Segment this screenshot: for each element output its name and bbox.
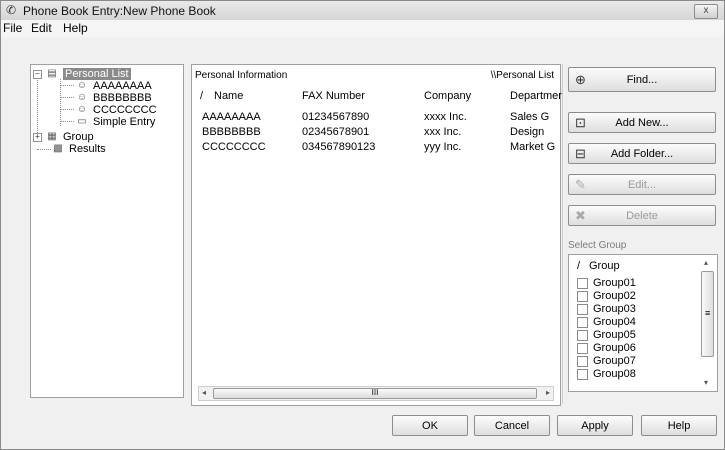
- folder-tree[interactable]: − ▤ Personal List ☺ AAAAAAAA ☺ BBBBBBBB …: [30, 64, 184, 398]
- group-icon: ▦: [47, 131, 57, 142]
- checkbox[interactable]: [577, 304, 588, 315]
- cell-company: yyy Inc.: [424, 141, 462, 153]
- cell-company: xxx Inc.: [424, 126, 462, 138]
- cell-name: BBBBBBBB: [202, 126, 261, 138]
- vertical-scroll-thumb[interactable]: ≡: [701, 271, 714, 357]
- cell-company: xxxx Inc.: [424, 111, 467, 123]
- person-icon: ☺: [76, 104, 88, 115]
- column-header-name[interactable]: Name: [214, 90, 243, 102]
- person-icon: ☺: [76, 92, 88, 103]
- cell-fax: 034567890123: [302, 141, 376, 153]
- tree-label-personal-list: Personal List: [63, 68, 131, 80]
- scroll-up-arrow[interactable]: ▴: [704, 257, 708, 269]
- tree-label-simple-entry: Simple Entry: [93, 116, 156, 128]
- checkbox[interactable]: [577, 278, 588, 289]
- add-new-button[interactable]: ⊡ Add New...: [568, 112, 716, 133]
- phone-book-window: ✆ Phone Book Entry:New Phone Book x File…: [0, 0, 725, 450]
- horizontal-scrollbar[interactable]: ◂ III ▸: [198, 386, 554, 401]
- horizontal-scroll-thumb[interactable]: III: [213, 388, 537, 399]
- add-folder-button[interactable]: ⊟ Add Folder...: [568, 143, 716, 164]
- title-bar[interactable]: ✆ Phone Book Entry:New Phone Book x: [1, 1, 724, 20]
- ok-button[interactable]: OK: [392, 415, 468, 436]
- checkbox[interactable]: [577, 356, 588, 367]
- entry-list[interactable]: Personal Information \\Personal List / N…: [191, 64, 562, 406]
- column-header-department[interactable]: Departmer: [510, 90, 562, 102]
- edit-button[interactable]: ✎ Edit...: [568, 174, 716, 195]
- list-info-label: Personal Information: [195, 70, 288, 81]
- person-icon: ☺: [76, 80, 88, 91]
- results-icon: ▩: [53, 143, 63, 154]
- cell-name: CCCCCCCC: [202, 141, 266, 153]
- delete-button[interactable]: ✖ Delete: [568, 205, 716, 226]
- scroll-left-arrow[interactable]: ◂: [202, 387, 206, 399]
- list-path-label: \\Personal List: [490, 70, 554, 81]
- simple-entry-icon: ▭: [77, 116, 87, 127]
- cell-name: AAAAAAAA: [202, 111, 261, 123]
- apply-button[interactable]: Apply: [557, 415, 633, 436]
- scroll-right-arrow[interactable]: ▸: [546, 387, 550, 399]
- cell-department: Sales G: [510, 111, 550, 123]
- select-group-label: Select Group: [568, 240, 627, 251]
- dialog-footer: OK Cancel Apply Help: [1, 411, 724, 449]
- tree-label-entry: AAAAAAAA: [93, 80, 152, 92]
- pane-divider: [562, 64, 563, 404]
- column-header-company[interactable]: Company: [424, 90, 471, 102]
- tree-item-results[interactable]: ▩ Results: [31, 143, 181, 156]
- group-column-header[interactable]: Group: [589, 260, 620, 272]
- collapse-toggle[interactable]: −: [33, 70, 42, 79]
- checkbox[interactable]: [577, 343, 588, 354]
- sort-indicator: /: [200, 90, 204, 102]
- group-sort-indicator: /: [577, 260, 581, 272]
- checkbox[interactable]: [577, 291, 588, 302]
- phonebook-icon: ▤: [47, 68, 57, 79]
- checkbox[interactable]: [577, 317, 588, 328]
- scroll-grip-icon: ≡: [705, 308, 711, 318]
- tree-label-group: Group: [63, 131, 94, 143]
- help-button[interactable]: Help: [641, 415, 717, 436]
- tree-label-results: Results: [69, 143, 106, 155]
- menu-file[interactable]: File: [3, 21, 22, 35]
- close-button[interactable]: x: [694, 4, 718, 19]
- cancel-button[interactable]: Cancel: [474, 415, 550, 436]
- menu-edit[interactable]: Edit: [31, 21, 52, 35]
- checkbox[interactable]: [577, 330, 588, 341]
- cell-department: Design: [510, 126, 545, 138]
- group-checklist[interactable]: / Group Group01 Group02 Group03 Group04 …: [568, 254, 718, 392]
- tree-item-simple-entry[interactable]: ▭ Simple Entry: [31, 116, 181, 129]
- tree-label-entry: CCCCCCCC: [93, 104, 157, 116]
- tree-label-entry: BBBBBBBB: [93, 92, 152, 104]
- scroll-down-arrow[interactable]: ▾: [704, 377, 708, 389]
- find-button[interactable]: ⊕ Find...: [568, 67, 716, 92]
- vertical-scrollbar[interactable]: ▴ ≡ ▾: [700, 257, 715, 389]
- menu-help[interactable]: Help: [63, 21, 88, 35]
- cell-fax: 01234567890: [302, 111, 370, 123]
- cell-department: Market G: [510, 141, 556, 153]
- cell-fax: 02345678901: [302, 126, 370, 138]
- menu-bar: File Edit Help: [1, 20, 724, 37]
- expand-toggle[interactable]: +: [33, 133, 42, 142]
- checkbox[interactable]: [577, 369, 588, 380]
- app-icon: ✆: [6, 3, 17, 17]
- window-title: Phone Book Entry:New Phone Book: [23, 4, 216, 18]
- column-header-fax[interactable]: FAX Number: [302, 90, 365, 102]
